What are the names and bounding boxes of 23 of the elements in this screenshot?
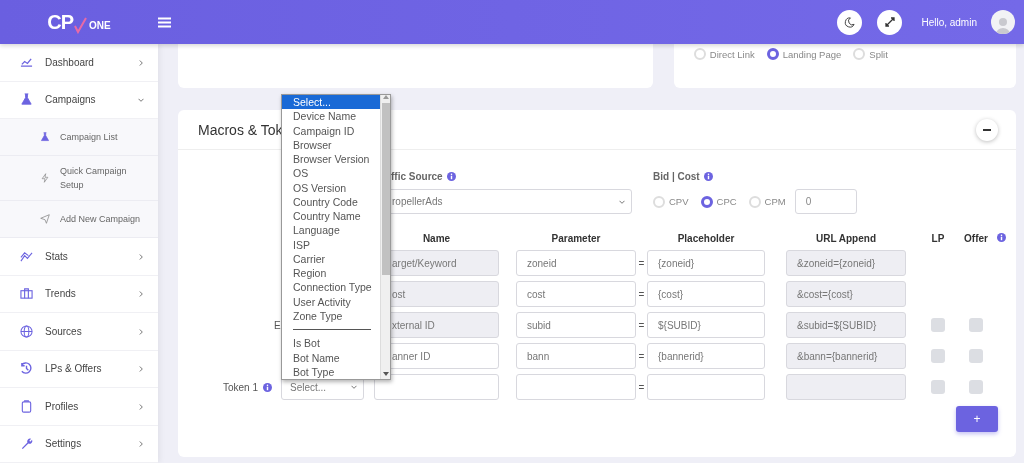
column-header: Placeholder xyxy=(677,233,735,244)
user-greeting: Hello, admin xyxy=(921,16,977,28)
equals-sign: = xyxy=(637,288,646,300)
column-header: URL Append xyxy=(816,233,876,244)
column-header: Name xyxy=(422,233,451,244)
radio-label: Direct Link xyxy=(709,48,755,60)
equals-sign: = xyxy=(637,257,646,269)
field-label: ffic Source xyxy=(391,171,443,182)
row-label: E xyxy=(274,319,281,331)
equals-sign: = xyxy=(637,319,646,331)
radio-label: Landing Page xyxy=(782,48,842,60)
radio-label: CPV xyxy=(669,196,689,207)
equals-sign: = xyxy=(637,350,646,362)
field-label: Bid | Cost xyxy=(653,171,700,182)
column-header: Offer xyxy=(964,233,988,244)
radio-label: CPM xyxy=(764,196,786,207)
equals-sign: = xyxy=(637,381,646,393)
card-title: Macros & Tok xyxy=(198,121,283,138)
row-label: Token 1 xyxy=(222,381,258,393)
radio-label: CPC xyxy=(716,196,737,207)
column-header: LP xyxy=(931,233,945,244)
column-header: Parameter xyxy=(551,233,601,244)
radio-label: Split xyxy=(869,48,888,60)
